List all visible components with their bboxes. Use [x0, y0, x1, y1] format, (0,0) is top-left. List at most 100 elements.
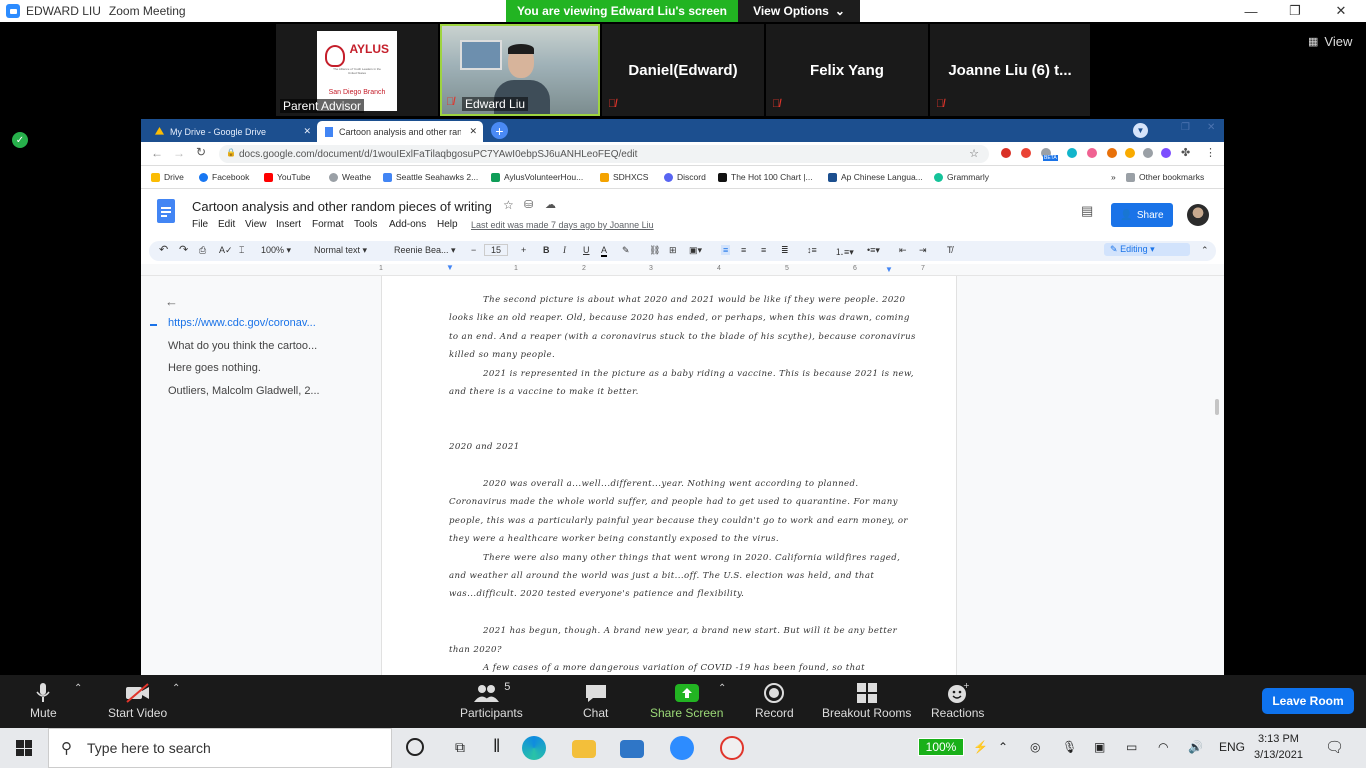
- bookmark-item[interactable]: Drive: [151, 172, 184, 182]
- paint-format-icon[interactable]: ⌶: [239, 245, 244, 256]
- menu-edit[interactable]: Edit: [218, 219, 235, 230]
- video-options-chevron-icon[interactable]: ⌃: [172, 683, 180, 694]
- undo-icon[interactable]: ↶: [159, 243, 168, 256]
- redo-icon[interactable]: ↷: [179, 243, 188, 256]
- docs-logo-icon[interactable]: [157, 199, 175, 223]
- clipboard-icon[interactable]: ▣: [1094, 740, 1105, 754]
- forward-icon[interactable]: →: [173, 146, 185, 160]
- font-size-input[interactable]: 15: [484, 244, 509, 256]
- outline-item[interactable]: What do you think the cartoo...: [168, 340, 317, 352]
- show-hidden-icons-icon[interactable]: ⌃: [998, 740, 1008, 754]
- bookmark-item[interactable]: Grammarly: [934, 172, 989, 182]
- account-avatar[interactable]: [1187, 204, 1209, 226]
- align-right-icon[interactable]: ≡: [761, 245, 766, 255]
- menu-insert[interactable]: Insert: [276, 219, 301, 230]
- task-view-icon[interactable]: ⧉: [455, 739, 465, 756]
- align-justify-icon[interactable]: ≣: [781, 245, 789, 256]
- start-video-button[interactable]: Start Video: [108, 680, 167, 720]
- bookmark-item[interactable]: YouTube: [264, 172, 310, 182]
- mail-icon[interactable]: [620, 740, 644, 758]
- cortana-icon[interactable]: [406, 738, 424, 756]
- print-icon[interactable]: ⎙: [199, 245, 206, 256]
- close-button[interactable]: ✕: [1318, 0, 1364, 22]
- numbered-list-icon[interactable]: ⒈≡▾: [835, 245, 854, 258]
- menu-help[interactable]: Help: [437, 219, 458, 230]
- chat-button[interactable]: Chat: [583, 680, 608, 720]
- browser-tab-active[interactable]: Cartoon analysis and other rando ✕: [317, 121, 483, 142]
- highlight-icon[interactable]: ✎: [622, 245, 630, 256]
- view-options-button[interactable]: View Options ⌄: [738, 0, 860, 22]
- participant-tile-joanne[interactable]: Joanne Liu (6) t... 🎙̸: [930, 24, 1090, 116]
- browser-restore-icon[interactable]: ❐: [1181, 122, 1190, 133]
- document-title[interactable]: Cartoon analysis and other random pieces…: [192, 199, 492, 214]
- document-body[interactable]: The second picture is about what 2020 an…: [449, 291, 919, 675]
- text-color-icon[interactable]: A: [601, 245, 608, 257]
- indent-marker-icon[interactable]: ▼: [446, 263, 454, 272]
- wifi-icon[interactable]: ◠: [1158, 740, 1168, 754]
- menu-format[interactable]: Format: [312, 219, 344, 230]
- decrease-font-icon[interactable]: −: [471, 245, 476, 255]
- mute-button[interactable]: Mute: [30, 680, 57, 720]
- outline-item[interactable]: Here goes nothing.: [168, 362, 261, 374]
- participant-tile-edward-liu[interactable]: 🎙̸ Edward Liu: [440, 24, 600, 116]
- new-tab-button[interactable]: +: [491, 122, 508, 139]
- increase-indent-icon[interactable]: ⇥: [919, 245, 927, 256]
- webcam-icon[interactable]: ◎: [1030, 740, 1040, 754]
- bookmarks-more-icon[interactable]: »: [1111, 172, 1116, 182]
- line-spacing-icon[interactable]: ↕≡: [807, 245, 817, 255]
- system-clock[interactable]: 3:13 PM 3/13/2021: [1254, 731, 1303, 763]
- participant-tile-felix[interactable]: Felix Yang 🎙̸: [766, 24, 928, 116]
- audio-options-chevron-icon[interactable]: ⌃: [74, 683, 82, 694]
- bookmark-item[interactable]: Facebook: [199, 172, 249, 182]
- right-indent-marker-icon[interactable]: ▼: [885, 265, 893, 274]
- outline-item[interactable]: Outliers, Malcolm Gladwell, 2...: [168, 385, 320, 397]
- bookmark-item[interactable]: The Hot 100 Chart |...: [718, 172, 813, 182]
- italic-icon[interactable]: I: [563, 245, 566, 255]
- extension-icon[interactable]: [1067, 148, 1077, 158]
- link-icon[interactable]: ⛓: [649, 245, 660, 256]
- volume-icon[interactable]: 🔊: [1188, 740, 1203, 754]
- close-tab-icon[interactable]: ✕: [303, 126, 311, 137]
- clear-formatting-icon[interactable]: T̸: [947, 245, 953, 255]
- browser-tab[interactable]: My Drive - Google Drive ✕: [147, 121, 317, 142]
- bookmark-item[interactable]: SDHXCS: [600, 172, 648, 182]
- hide-menus-icon[interactable]: ⌃: [1201, 245, 1209, 256]
- microphone-tray-icon[interactable]: 🎙: [1062, 740, 1077, 754]
- scrollbar-thumb[interactable]: [1215, 399, 1219, 415]
- security-shield-icon[interactable]: ✓: [12, 132, 28, 148]
- comment-add-icon[interactable]: ⊞: [669, 245, 677, 256]
- bulleted-list-icon[interactable]: •≡▾: [867, 245, 880, 256]
- file-explorer-icon[interactable]: [572, 740, 596, 758]
- extension-icon[interactable]: [1125, 148, 1135, 158]
- bold-icon[interactable]: B: [543, 245, 550, 255]
- menu-tools[interactable]: Tools: [354, 219, 377, 230]
- reload-icon[interactable]: ↻: [196, 145, 206, 159]
- outline-item[interactable]: https://www.cdc.gov/coronav...: [168, 317, 316, 329]
- edge-icon[interactable]: [522, 736, 546, 760]
- decrease-indent-icon[interactable]: ⇤: [899, 245, 907, 256]
- minimize-button[interactable]: —: [1228, 0, 1274, 22]
- extension-icon[interactable]: [1107, 148, 1117, 158]
- reactions-button[interactable]: + Reactions: [931, 680, 984, 720]
- close-tab-icon[interactable]: ✕: [469, 126, 477, 137]
- back-icon[interactable]: ←: [151, 146, 163, 160]
- bookmark-item[interactable]: Discord: [664, 172, 706, 182]
- browser-close-icon[interactable]: ✕: [1207, 122, 1215, 133]
- align-left-icon[interactable]: ≡: [721, 245, 731, 255]
- menu-file[interactable]: File: [192, 219, 208, 230]
- bookmark-item[interactable]: Seattle Seahawks 2...: [383, 172, 478, 182]
- share-options-chevron-icon[interactable]: ⌃: [718, 683, 726, 694]
- menu-view[interactable]: View: [245, 219, 267, 230]
- move-folder-icon[interactable]: ⛁: [524, 198, 533, 211]
- battery-indicator[interactable]: 100%: [918, 738, 964, 756]
- taskbar-search-input[interactable]: ⚲ Type here to search: [48, 728, 392, 768]
- video-app-icon[interactable]: [720, 736, 744, 760]
- extension-icon[interactable]: [1087, 148, 1097, 158]
- chrome-menu-icon[interactable]: ⋮: [1205, 146, 1216, 159]
- comments-icon[interactable]: ▤: [1081, 203, 1093, 219]
- bookmark-item[interactable]: AylusVolunteerHou...: [491, 172, 583, 182]
- last-edit-link[interactable]: Last edit was made 7 days ago by Joanne …: [471, 220, 654, 230]
- underline-icon[interactable]: U: [583, 245, 590, 255]
- leave-room-button[interactable]: Leave Room: [1262, 688, 1354, 714]
- other-bookmarks[interactable]: Other bookmarks: [1126, 172, 1204, 182]
